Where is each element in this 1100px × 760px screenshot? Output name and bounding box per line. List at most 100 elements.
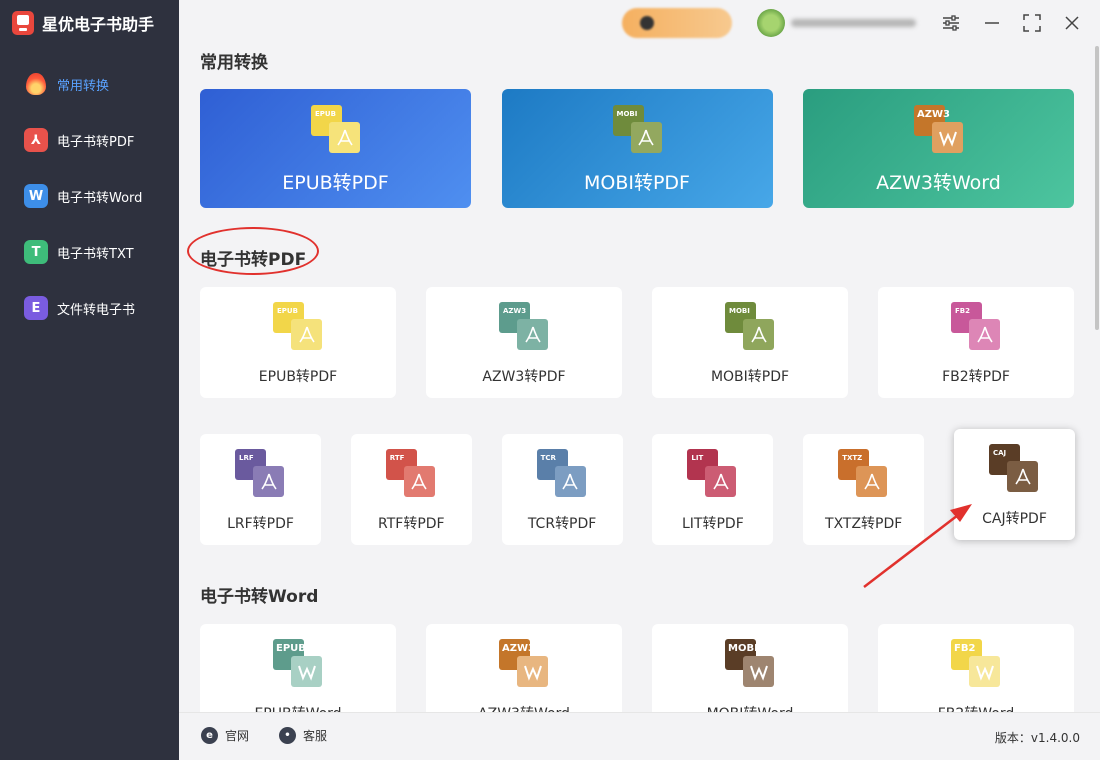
close-button[interactable] (1061, 12, 1083, 34)
sidebar-item-1[interactable]: ⅄ 电子书转PDF (0, 120, 179, 160)
epub-file-icon: EPUB (273, 639, 323, 687)
epub-file-icon: EPUB (273, 302, 323, 350)
pdf-card-label: RTF转PDF (378, 516, 445, 532)
caj-file-icon: CAJ (989, 444, 1039, 492)
common-card-epub[interactable]: EPUB EPUB转PDF (200, 89, 471, 208)
azw3-file-icon: AZW3 (914, 105, 964, 153)
pdf-acrobat-icon (260, 473, 277, 489)
sidebar-item-4[interactable]: E 文件转电子书 (0, 288, 179, 328)
common-card-mobi[interactable]: MOBI MOBI转PDF (501, 89, 773, 208)
word-w-icon (938, 131, 957, 147)
maximize-button[interactable] (1021, 12, 1043, 34)
target-format-badge (291, 656, 322, 687)
support-label: 客服 (303, 729, 328, 743)
pdf-acrobat-icon (524, 326, 541, 342)
pdf-acrobat-icon (1014, 468, 1031, 484)
epub-file-icon: EPUB (311, 105, 361, 153)
word-card-fb2[interactable]: FB2 FB2转Word (878, 624, 1074, 712)
sidebar-item-label: 电子书转TXT (57, 246, 134, 262)
minimize-icon (985, 22, 999, 24)
app-title: 星优电子书助手 (42, 15, 155, 34)
word-card-azw3[interactable]: AZW3 AZW3转Word (426, 624, 622, 712)
target-format-badge (329, 122, 360, 153)
target-format-badge (554, 466, 586, 497)
common-card-label: AZW3转Word (876, 172, 1001, 194)
target-format-badge (291, 319, 322, 350)
pdf-acrobat-icon (750, 326, 767, 342)
common-card-label: MOBI转PDF (583, 172, 690, 194)
pdf-card-caj[interactable]: CAJ CAJ转PDF (954, 429, 1075, 540)
maximize-icon (1023, 14, 1041, 32)
pdf-card-fb2[interactable]: FB2 FB2转PDF (878, 287, 1074, 398)
target-format-badge (630, 122, 662, 153)
avatar (757, 9, 785, 37)
pdf-card-lrf[interactable]: LRF LRF转PDF (200, 434, 321, 545)
sidebar-item-3[interactable]: T 电子书转TXT (0, 232, 179, 272)
sidebar-item-label: 电子书转Word (57, 190, 143, 206)
website-link[interactable]: e 官网 (201, 727, 249, 744)
minimize-button[interactable] (981, 12, 1003, 34)
section-title-word: 电子书转Word (200, 587, 319, 607)
red-circle-annotation (187, 227, 319, 275)
scrollbar-thumb[interactable] (1095, 46, 1099, 330)
lit-file-icon: LIT (687, 449, 737, 497)
rtf-file-icon: RTF (385, 449, 436, 497)
common-card-azw3[interactable]: AZW3 AZW3转Word (803, 89, 1074, 208)
pdf-acrobat-icon (411, 473, 427, 489)
target-format-badge (1007, 461, 1038, 492)
txtz-file-icon: TXTZ (838, 449, 888, 497)
word-card-label: EPUB转Word (200, 703, 396, 712)
flame-icon (24, 72, 48, 96)
pdf-card-label: TCR转PDF (527, 516, 597, 532)
settings-button[interactable] (940, 12, 962, 34)
user-account[interactable] (757, 8, 927, 38)
word-card-epub[interactable]: EPUB EPUB转Word (200, 624, 396, 712)
pdf-card-label: TXTZ转PDF (825, 516, 903, 532)
pdf-card-label: LIT转PDF (682, 516, 744, 532)
pdf-card-azw3[interactable]: AZW3 AZW3转PDF (426, 287, 622, 398)
website-label: 官网 (225, 729, 250, 743)
vip-button[interactable] (622, 8, 732, 38)
pdf-acrobat-icon (562, 473, 578, 489)
pdf-card-label: FB2转PDF (942, 369, 1010, 385)
close-icon (1065, 16, 1079, 30)
word-w-icon (297, 665, 316, 681)
pdf-card-txtz[interactable]: TXTZ TXTZ转PDF (803, 434, 925, 545)
pdf-card-tcr[interactable]: TCR TCR转PDF (501, 434, 623, 545)
txt-icon: T (24, 240, 48, 264)
tcr-file-icon: TCR (536, 449, 587, 497)
pdf-card-epub[interactable]: EPUB EPUB转PDF (200, 287, 396, 398)
common-card-label: EPUB转PDF (282, 172, 389, 194)
target-format-badge (705, 466, 737, 497)
mobi-file-icon: MOBI (725, 639, 775, 687)
word-card-mobi[interactable]: MOBI MOBI转Word (652, 624, 848, 712)
sidebar-item-0[interactable]: 常用转换 (0, 64, 179, 104)
target-format-badge (517, 319, 548, 350)
target-format-badge (969, 656, 1000, 687)
pdf-card-label: MOBI转PDF (710, 369, 790, 385)
pdf-acrobat-icon (638, 129, 654, 145)
pdf-card-label: LRF转PDF (227, 516, 294, 532)
pdf-acrobat-icon (298, 326, 315, 342)
word-w-icon (523, 665, 542, 681)
main-content: 常用转换 EPUB EPUB转PDF MOBI MOBI转PDF AZW3 AZW3转Wo… (179, 46, 1092, 712)
scrollbar[interactable] (1093, 46, 1100, 712)
word-w-icon (975, 665, 994, 681)
pdf-icon: ⅄ (24, 128, 48, 152)
pdf-card-label: EPUB转PDF (258, 369, 338, 385)
pdf-card-rtf[interactable]: RTF RTF转PDF (350, 434, 472, 545)
pdf-card-lit[interactable]: LIT LIT转PDF (652, 434, 774, 545)
sidebar-item-label: 文件转电子书 (57, 302, 136, 318)
lrf-file-icon: LRF (235, 449, 285, 497)
pdf-card-mobi[interactable]: MOBI MOBI转PDF (652, 287, 848, 398)
fb2-file-icon: FB2 (951, 302, 1001, 350)
target-format-badge (253, 466, 284, 497)
sidebar-item-label: 常用转换 (57, 78, 110, 94)
pdf-acrobat-icon (336, 129, 353, 145)
ebook-icon: E (24, 296, 48, 320)
mobi-file-icon: MOBI (725, 302, 775, 350)
pdf-acrobat-icon (864, 473, 880, 489)
support-link[interactable]: • 客服 (279, 727, 327, 744)
target-format-badge (403, 466, 435, 497)
sidebar-item-2[interactable]: W 电子书转Word (0, 176, 179, 216)
